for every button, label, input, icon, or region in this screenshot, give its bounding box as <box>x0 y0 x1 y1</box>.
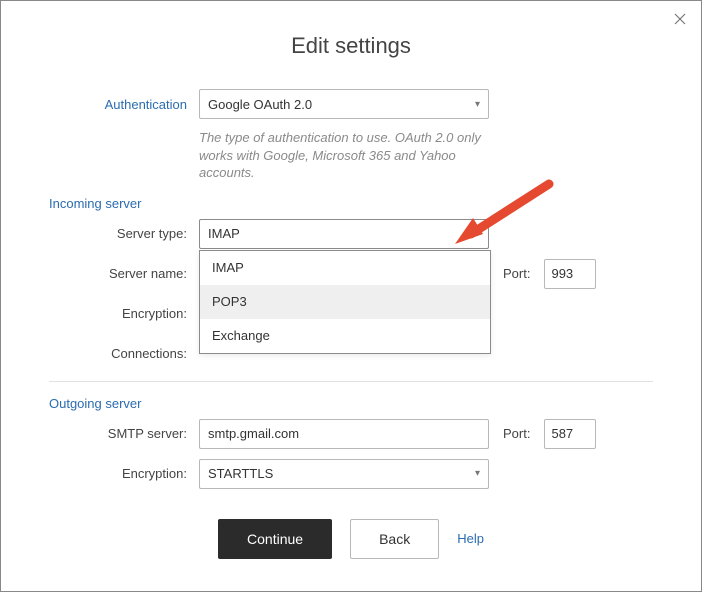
divider <box>49 381 653 382</box>
incoming-encryption-label: Encryption: <box>49 306 199 321</box>
back-button-label: Back <box>379 531 410 547</box>
outgoing-port-label: Port: <box>503 426 530 441</box>
connections-label: Connections: <box>49 346 199 361</box>
chevron-down-icon: ▾ <box>475 468 480 479</box>
server-type-select[interactable]: IMAP ▾ IMAP POP3 Exchange <box>199 219 489 249</box>
form-area-outgoing: Outgoing server SMTP server: Port: Encry… <box>1 396 701 489</box>
row-server-type: Server type: IMAP ▾ IMAP POP3 Exch <box>49 219 653 249</box>
dropdown-option-label: IMAP <box>212 260 244 275</box>
authentication-label[interactable]: Authentication <box>49 97 199 112</box>
smtp-server-label: SMTP server: <box>49 426 199 441</box>
outgoing-encryption-label: Encryption: <box>49 466 199 481</box>
chevron-down-icon: ▾ <box>475 228 480 239</box>
dropdown-option-label: POP3 <box>212 294 247 309</box>
close-button[interactable] <box>669 9 691 31</box>
authentication-value: Google OAuth 2.0 <box>208 97 312 112</box>
dropdown-option-label: Exchange <box>212 328 270 343</box>
authentication-hint: The type of authentication to use. OAuth… <box>199 129 489 182</box>
outgoing-port-input[interactable] <box>544 419 596 449</box>
chevron-down-icon: ▾ <box>475 99 480 110</box>
server-name-label: Server name: <box>49 266 199 281</box>
continue-button-label: Continue <box>247 531 303 547</box>
incoming-port-label: Port: <box>503 266 530 281</box>
incoming-server-heading: Incoming server <box>49 196 653 211</box>
close-icon <box>674 13 686 28</box>
button-row: Continue Back Help <box>1 519 701 559</box>
row-authentication: Authentication Google OAuth 2.0 ▾ <box>49 89 653 119</box>
dropdown-option-exchange[interactable]: Exchange <box>200 319 490 353</box>
dialog-window: Edit settings Authentication Google OAut… <box>0 0 702 592</box>
authentication-select[interactable]: Google OAuth 2.0 ▾ <box>199 89 489 119</box>
server-type-dropdown-list: IMAP POP3 Exchange <box>199 250 491 354</box>
outgoing-server-heading: Outgoing server <box>49 396 653 411</box>
dialog-title: Edit settings <box>1 33 701 59</box>
server-type-value: IMAP <box>208 226 240 241</box>
incoming-port-input[interactable] <box>544 259 596 289</box>
server-type-label: Server type: <box>49 226 199 241</box>
form-area: Authentication Google OAuth 2.0 ▾ The ty… <box>1 89 701 369</box>
row-outgoing-encryption: Encryption: STARTTLS ▾ <box>49 459 653 489</box>
continue-button[interactable]: Continue <box>218 519 332 559</box>
outgoing-encryption-select[interactable]: STARTTLS ▾ <box>199 459 489 489</box>
help-link[interactable]: Help <box>457 531 484 546</box>
back-button[interactable]: Back <box>350 519 439 559</box>
dropdown-option-pop3[interactable]: POP3 <box>200 285 490 319</box>
outgoing-encryption-value: STARTTLS <box>208 466 273 481</box>
smtp-server-input[interactable] <box>199 419 489 449</box>
row-authentication-hint: The type of authentication to use. OAuth… <box>49 129 653 182</box>
dropdown-option-imap[interactable]: IMAP <box>200 251 490 285</box>
row-smtp-server: SMTP server: Port: <box>49 419 653 449</box>
